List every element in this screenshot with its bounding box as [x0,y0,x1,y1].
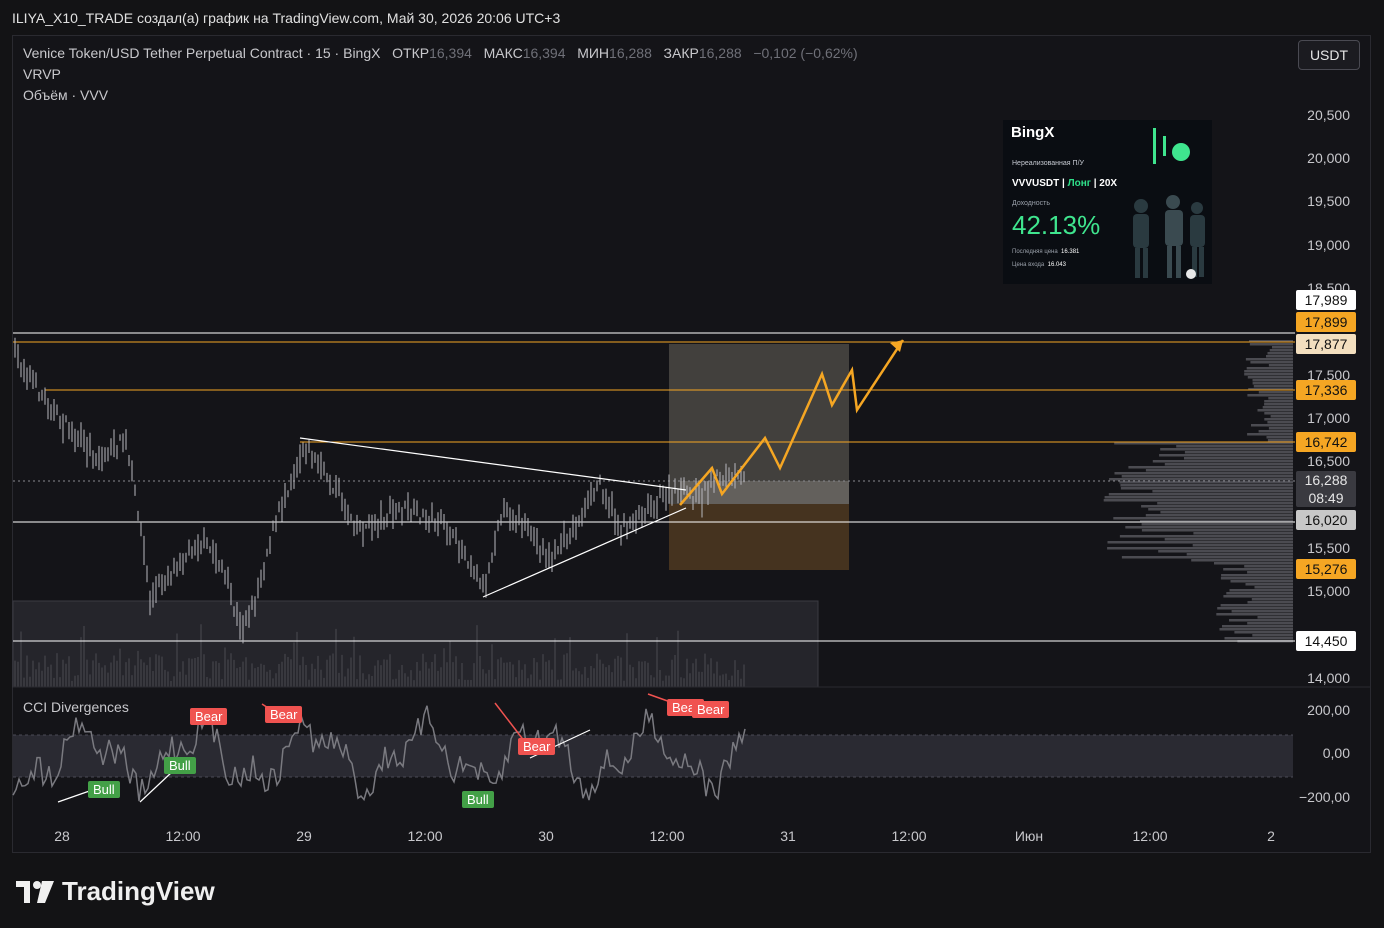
ad-pair-line: VVVUSDT | Лонг | 20X [1012,178,1118,189]
price-tick: 16,500 [1307,453,1350,469]
symbol-title: Venice Token/USD Tether Perpetual Contra… [23,45,381,61]
ad-side: Лонг [1067,178,1091,189]
bear-divergence-label: Bear [190,708,228,725]
price-tag: 15,276 [1296,559,1356,579]
time-tick: Июн [1014,828,1044,844]
time-tick: 12:00 [649,828,685,844]
ad-leverage: 20X [1099,178,1118,189]
time-tick: 12:00 [1132,828,1168,844]
price-tick: 20,000 [1307,150,1350,166]
price-tag: 17,877 [1296,334,1356,354]
indicator-volume[interactable]: Объём · VVV [23,87,108,103]
close-value: 16,288 [698,45,742,61]
ad-players-image [1133,195,1205,279]
price-tag: 17,336 [1296,380,1356,400]
price-tick: 15,000 [1307,583,1350,599]
currency-button[interactable]: USDT [1298,40,1360,70]
price-tag: 14,450 [1296,631,1356,651]
price-tick: 20,500 [1307,107,1350,123]
high-label: МАКС [483,45,523,61]
time-tick: 30 [538,828,554,844]
close-label: ЗАКР [663,45,699,61]
bingx-pnl-card: BingX Нереализованная П/У VVVUSDT | Лонг… [1003,120,1212,284]
price-tag: 16,742 [1296,432,1356,452]
open-label: ОТКР [392,45,430,61]
price-tag: 16,020 [1296,510,1356,530]
bull-divergence-label: Bull [462,791,494,808]
time-tick: 12:00 [407,828,443,844]
bull-divergence-label: Bull [164,757,196,774]
price-tick: 19,000 [1307,237,1350,253]
bear-divergence-label: Bear [692,701,730,718]
ad-yield-label: Доходность [1012,200,1050,207]
price-tick: 19,500 [1307,193,1350,209]
tradingview-wordmark: TradingView [62,876,215,906]
bar-countdown: 08:49 [1308,490,1344,506]
symbol-legend: Venice Token/USD Tether Perpetual Contra… [23,45,858,61]
price-tag: 17,989 [1296,290,1356,310]
indicator-vrvp[interactable]: VRVP [23,66,61,82]
cci-tick: −200,00 [1299,789,1350,805]
cci-tick: 200,00 [1307,702,1350,718]
low-label: МИН [577,45,610,61]
author-line: ILIYA_X10_TRADE создал(а) график на Trad… [12,10,561,26]
cci-tick: 0,00 [1322,745,1350,761]
price-change: −0,102 (−0,62%) [753,45,858,61]
time-tick: 12:00 [165,828,201,844]
cci-title[interactable]: CCI Divergences [23,699,129,715]
bingx-bars-icon [1153,128,1190,164]
low-value: 16,288 [609,45,652,61]
tradingview-logo[interactable]: TradingView [16,876,215,907]
price-tag: 17,899 [1296,312,1356,332]
bear-divergence-label: Bear [265,706,303,723]
ad-entry-line: Цена входа 16.043 [1012,262,1066,268]
time-tick: 28 [54,828,70,844]
high-value: 16,394 [522,45,566,61]
price-tick: 17,000 [1307,410,1350,426]
open-value: 16,394 [429,45,472,61]
time-tick: 29 [296,828,312,844]
ad-pair: VVVUSDT [1012,178,1060,189]
current-price-value: 16,288 [1304,472,1348,488]
bull-divergence-label: Bull [88,781,120,798]
time-tick: 12:00 [891,828,927,844]
time-tick: 31 [780,828,796,844]
ad-last-price-line: Последняя цена 16.381 [1012,249,1080,255]
bingx-logo: BingX [1011,124,1055,141]
ad-yield-value: 42.13% [1012,210,1101,240]
ad-subtitle: Нереализованная П/У [1012,160,1084,167]
current-price-tag: 16,288 08:49 [1296,471,1356,507]
time-tick: 2 [1267,828,1275,844]
tradingview-icon [16,880,54,903]
bear-divergence-label: Bear [518,738,556,755]
price-tick: 14,000 [1307,670,1350,686]
price-tick: 15,500 [1307,540,1350,556]
